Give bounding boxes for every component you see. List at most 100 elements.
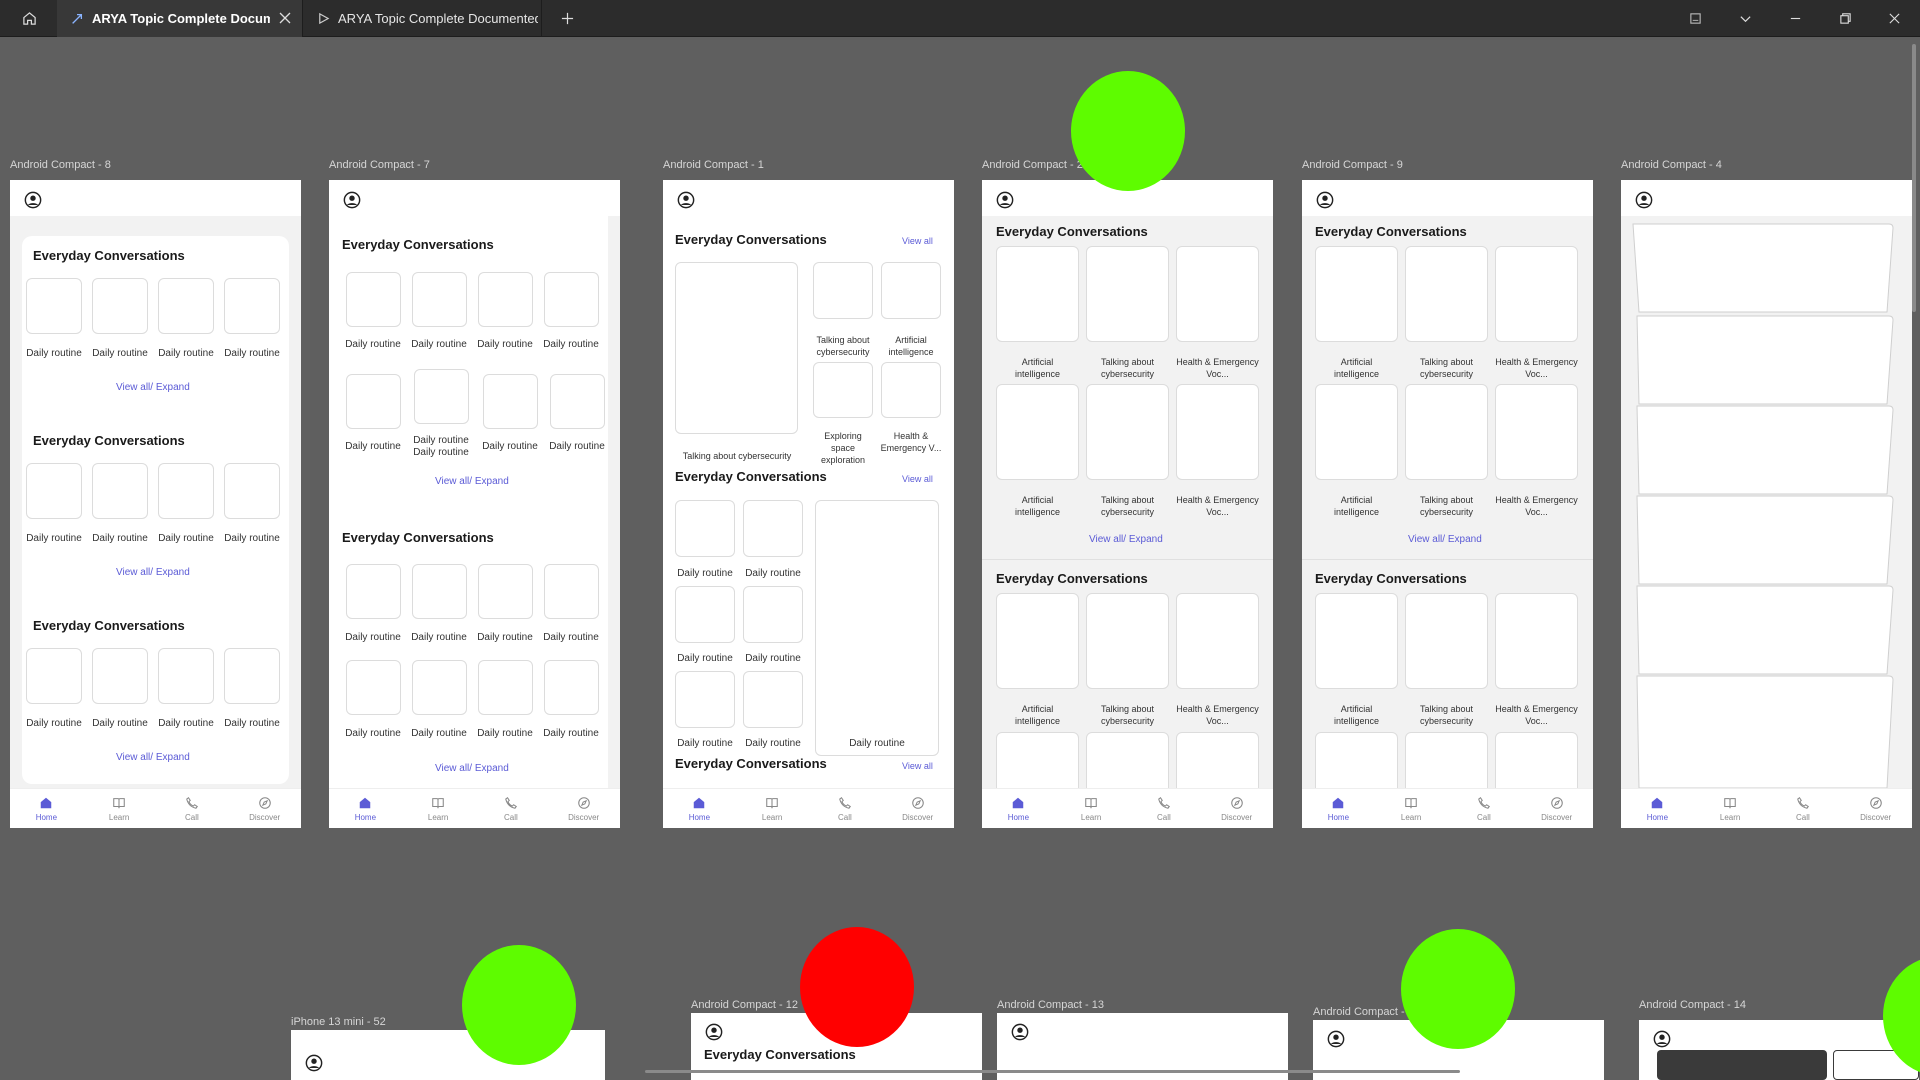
topic-card[interactable] [881,262,941,319]
topic-card[interactable] [346,374,401,429]
topic-card[interactable] [813,262,873,319]
topic-card[interactable] [346,564,401,619]
frame-android-compact-8[interactable]: Everyday Conversations Daily routine Dai… [10,180,301,828]
topic-card[interactable] [414,369,469,424]
topic-card[interactable] [412,660,467,715]
save-status-icon[interactable] [1680,0,1710,37]
close-window-icon[interactable] [1879,0,1909,37]
topic-card[interactable] [544,564,599,619]
nav-discover[interactable]: Discover [1520,789,1593,828]
minimize-icon[interactable] [1780,0,1810,37]
frame-android-compact-2[interactable]: Everyday Conversations Artificial intell… [982,180,1273,828]
topic-card-large[interactable] [815,500,939,756]
topic-card[interactable] [1315,593,1398,689]
chevron-down-icon[interactable] [1730,0,1760,37]
topic-card[interactable] [1315,732,1398,788]
topic-card[interactable] [813,362,873,418]
topic-card[interactable] [1495,384,1578,480]
topic-card-large[interactable] [675,262,798,434]
view-all-expand-link[interactable]: View all/ Expand [435,763,509,774]
user-avatar-icon[interactable] [1635,191,1653,209]
user-avatar-icon[interactable] [677,191,695,209]
topic-card[interactable] [1495,593,1578,689]
nav-call[interactable]: Call [156,789,229,828]
user-avatar-icon[interactable] [1316,191,1334,209]
nav-home[interactable]: Home [10,789,83,828]
nav-discover[interactable]: Discover [1200,789,1273,828]
user-avatar-icon[interactable] [1327,1030,1345,1048]
frame-label[interactable]: Android Compact - 8 [10,159,111,171]
topic-card[interactable] [1405,384,1488,480]
topic-card[interactable] [996,384,1079,480]
view-all-link[interactable]: View all [902,474,933,484]
topic-card[interactable] [92,463,148,519]
nav-home[interactable]: Home [982,789,1055,828]
tab-document[interactable]: ARYA Topic Complete Document [57,0,303,37]
nav-discover[interactable]: Discover [228,789,301,828]
topic-card[interactable] [1176,384,1259,480]
topic-card[interactable] [743,500,803,557]
nav-home[interactable]: Home [663,789,736,828]
topic-card[interactable] [1405,246,1488,342]
restore-icon[interactable] [1830,0,1860,37]
topic-card[interactable] [26,278,82,334]
frame-label[interactable]: Android Compact - 12 [691,999,798,1011]
topic-card[interactable] [346,660,401,715]
frame-android-compact-9[interactable]: Everyday Conversations Artificial intell… [1302,180,1593,828]
nav-call[interactable]: Call [1767,789,1840,828]
topic-card[interactable] [158,278,214,334]
topic-card[interactable] [224,463,280,519]
topic-card[interactable] [1176,732,1259,788]
topic-card[interactable] [92,648,148,704]
frame-label[interactable]: iPhone 13 mini - 52 [291,1016,386,1028]
view-all-link[interactable]: View all [902,761,933,771]
topic-card[interactable] [996,246,1079,342]
vertical-scrollbar[interactable] [1912,44,1916,312]
topic-card[interactable] [544,272,599,327]
topic-card[interactable] [1315,246,1398,342]
nav-learn[interactable]: Learn [736,789,809,828]
nav-learn[interactable]: Learn [1055,789,1128,828]
view-all-link[interactable]: View all [902,236,933,246]
topic-card[interactable] [483,374,538,429]
nav-learn[interactable]: Learn [1375,789,1448,828]
topic-card[interactable] [1405,732,1488,788]
topic-card[interactable] [1176,246,1259,342]
nav-call[interactable]: Call [475,789,548,828]
topic-card[interactable] [1086,384,1169,480]
frame-label[interactable]: Android Compact - 9 [1302,159,1403,171]
view-all-expand-link[interactable]: View all/ Expand [1089,534,1163,545]
user-avatar-icon[interactable] [343,191,361,209]
tab-prototype[interactable]: ARYA Topic Complete Documented Fi [304,0,542,37]
frame-android-compact-4[interactable]: Home Learn Call Discover [1621,180,1912,828]
topic-card[interactable] [158,648,214,704]
nav-learn[interactable]: Learn [1694,789,1767,828]
topic-card[interactable] [1086,593,1169,689]
nav-discover[interactable]: Discover [547,789,620,828]
topic-card[interactable] [478,660,533,715]
frame-label[interactable]: Android Compact - 14 [1639,999,1746,1011]
new-tab-plus-icon[interactable] [554,0,580,37]
frame-label[interactable]: Android Compact - 2 [982,159,1083,171]
nav-home[interactable]: Home [1621,789,1694,828]
topic-card[interactable] [224,278,280,334]
home-icon[interactable] [14,0,44,37]
topic-card[interactable] [675,586,735,643]
frame-android-compact-14[interactable] [1639,1020,1919,1080]
nav-call[interactable]: Call [1448,789,1521,828]
view-all-expand-link[interactable]: View all/ Expand [435,476,509,487]
user-avatar-icon[interactable] [996,191,1014,209]
frame-label[interactable]: Android Compact - 7 [329,159,430,171]
frame-android-compact-1[interactable]: Everyday Conversations View all Talking … [663,180,954,828]
frame-android-compact-7[interactable]: Everyday Conversations Daily routine Dai… [329,180,620,828]
topic-card[interactable] [1086,732,1169,788]
user-avatar-icon[interactable] [1011,1023,1029,1041]
topic-card[interactable] [412,272,467,327]
frame-label[interactable]: Android Compact - 4 [1621,159,1722,171]
nav-discover[interactable]: Discover [881,789,954,828]
topic-card[interactable] [26,463,82,519]
nav-discover[interactable]: Discover [1839,789,1912,828]
topic-card[interactable] [544,660,599,715]
topic-card[interactable] [92,278,148,334]
user-avatar-icon[interactable] [1653,1030,1671,1048]
